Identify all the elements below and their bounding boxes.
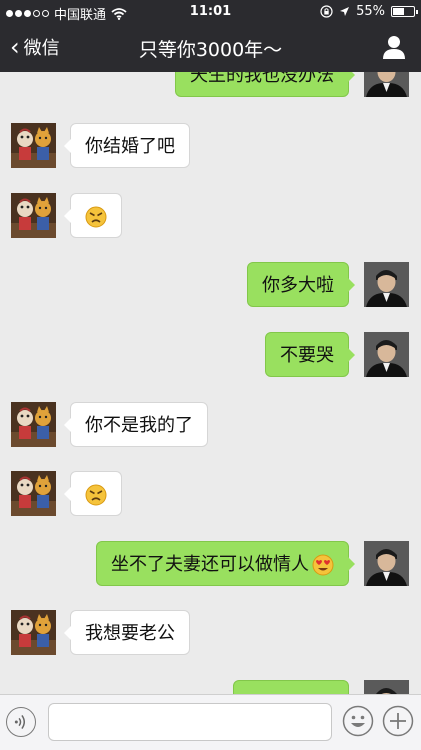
message-bubble[interactable]: 不要哭 (265, 332, 355, 377)
contact-avatar[interactable] (11, 402, 56, 447)
battery-icon (391, 6, 418, 17)
incoming-message: 你不是我的了 (0, 402, 421, 447)
outgoing-message: 坐不了夫妻还可以做情人 (0, 541, 421, 586)
message-bubble[interactable] (64, 471, 122, 516)
heart-eyes-emoji-icon (312, 554, 334, 576)
my-avatar[interactable] (364, 332, 409, 377)
message-bubble[interactable]: 我想要老公 (64, 610, 190, 655)
incoming-message: 我想要老公 (0, 610, 421, 655)
rotation-lock-icon (320, 5, 333, 18)
my-avatar[interactable] (364, 262, 409, 307)
angry-emoji-icon (85, 484, 107, 506)
incoming-message (0, 193, 421, 238)
message-bubble[interactable]: 你结婚了吧 (64, 123, 190, 168)
message-text: 你结婚了吧 (85, 136, 175, 157)
message-input[interactable] (48, 703, 332, 741)
message-bubble[interactable] (233, 680, 349, 694)
my-avatar[interactable] (364, 72, 409, 97)
contact-avatar[interactable] (11, 610, 56, 655)
battery-fill (393, 8, 404, 15)
navigation-bar: ‹ 微信 只等你3000年～ (0, 24, 421, 72)
angry-emoji-icon (85, 206, 107, 228)
top-bar: 中国联通 11:01 55% ‹ 微信 只等你3000年～ (0, 0, 421, 72)
message-bubble[interactable]: 坐不了夫妻还可以做情人 (96, 541, 355, 586)
status-right: 55% (320, 4, 418, 19)
message-bubble[interactable] (64, 193, 122, 238)
my-avatar[interactable] (364, 680, 409, 694)
chat-area[interactable]: 天生的我也没办法你结婚了吧你多大啦不要哭你不是我的了坐不了夫妻还可以做情人我想要… (0, 72, 421, 694)
message-text: 你多大啦 (262, 275, 334, 296)
message-text: 你不是我的了 (85, 415, 193, 436)
message-text: 不要哭 (280, 345, 334, 366)
voice-icon (14, 715, 26, 729)
incoming-message: 你结婚了吧 (0, 123, 421, 168)
contact-avatar[interactable] (11, 471, 56, 516)
battery-percent: 55% (356, 4, 385, 19)
contact-avatar[interactable] (11, 193, 56, 238)
message-bubble[interactable]: 你不是我的了 (64, 402, 208, 447)
outgoing-message: 天生的我也没办法 (0, 72, 421, 97)
chat-title: 只等你3000年～ (138, 39, 283, 61)
status-bar: 中国联通 11:01 55% (0, 0, 421, 24)
location-icon (340, 7, 350, 16)
message-text: 我想要老公 (85, 623, 175, 644)
incoming-message (0, 471, 421, 516)
message-bubble[interactable]: 你多大啦 (247, 262, 355, 307)
outgoing-message (0, 680, 421, 694)
my-avatar[interactable] (364, 541, 409, 586)
add-button[interactable] (382, 705, 414, 737)
message-text: 坐不了夫妻还可以做情人 (111, 554, 309, 575)
outgoing-message: 你多大啦 (0, 262, 421, 307)
message-text: 天生的我也没办法 (190, 72, 334, 86)
emoji-button[interactable] (342, 705, 374, 737)
voice-button[interactable] (6, 707, 36, 737)
contact-avatar[interactable] (11, 123, 56, 168)
person-icon[interactable] (381, 34, 407, 60)
message-bubble[interactable]: 天生的我也没办法 (175, 72, 355, 97)
outgoing-message: 不要哭 (0, 332, 421, 377)
input-bar (0, 694, 421, 750)
